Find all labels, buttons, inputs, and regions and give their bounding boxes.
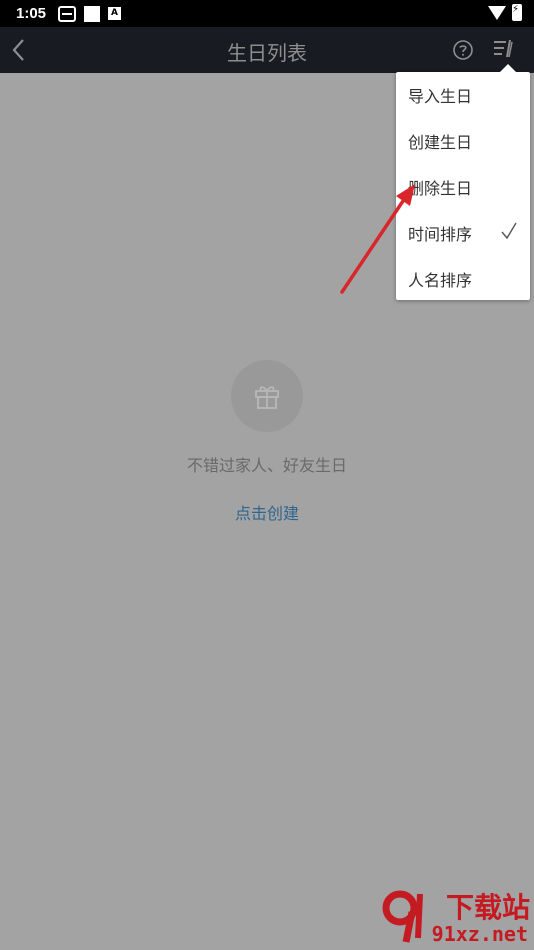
gift-icon [255, 386, 279, 409]
menu-item-label: 人名排序 [408, 271, 473, 290]
watermark-top-text: 下载站 [445, 891, 530, 924]
nav-bar: 生日列表 [0, 27, 534, 73]
menu-item-sort-time[interactable]: 时间排序 [396, 210, 530, 256]
menu-icon[interactable] [492, 37, 516, 61]
status-bar: 1:05 A [0, 0, 534, 27]
menu-item-sort-name[interactable]: 人名排序 [396, 256, 530, 302]
menu-item-delete[interactable]: 删除生日 [396, 164, 530, 210]
menu-item-import[interactable]: 导入生日 [396, 72, 530, 118]
a-icon: A [108, 7, 122, 20]
status-icons-left: A [58, 5, 122, 22]
empty-state: 不错过家人、好友生日 点击创建 [0, 360, 534, 524]
battery-icon [512, 4, 522, 21]
create-link[interactable]: 点击创建 [0, 500, 534, 524]
menu-item-label: 删除生日 [408, 179, 473, 198]
check-icon [501, 222, 517, 240]
status-time: 1:05 [16, 5, 47, 22]
empty-message: 不错过家人、好友生日 [186, 456, 347, 475]
menu-item-create[interactable]: 创建生日 [396, 118, 530, 164]
gift-icon-badge [231, 360, 303, 432]
menu-item-label: 时间排序 [408, 225, 473, 244]
menu-item-label: 创建生日 [408, 133, 473, 152]
watermark-logo [382, 890, 423, 943]
sim-icon [58, 5, 77, 22]
watermark: 下载站 91xz.net [380, 884, 530, 948]
dropdown-menu: 导入生日 创建生日 删除生日 时间排序 人名排序 [396, 64, 530, 302]
status-icons-right [488, 4, 522, 21]
wifi-icon [488, 5, 506, 20]
square-icon [84, 5, 101, 22]
help-icon[interactable] [452, 39, 474, 61]
watermark-bottom-text: 91xz.net [431, 922, 528, 946]
menu-item-label: 导入生日 [408, 87, 473, 106]
